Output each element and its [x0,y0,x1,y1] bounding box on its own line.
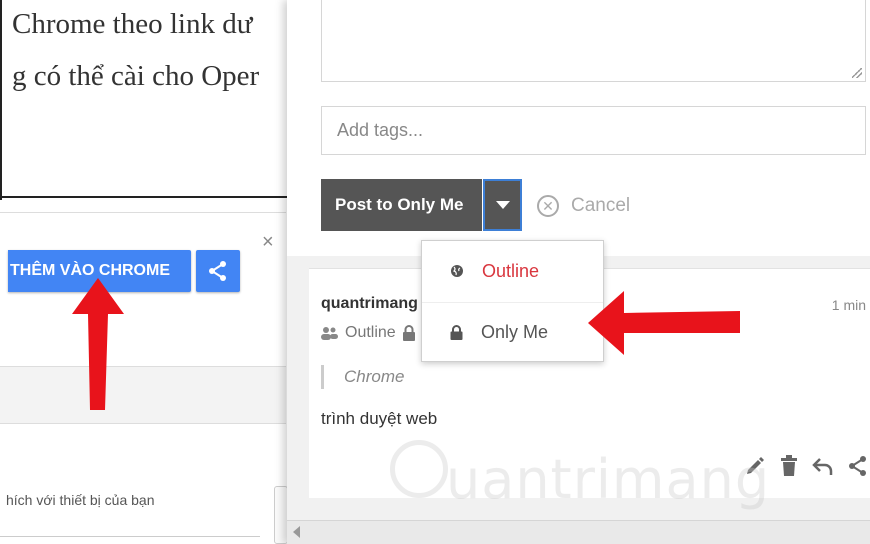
post-audience-label: Outline [345,324,396,341]
users-icon [321,327,338,340]
scroll-left-icon[interactable] [293,526,300,538]
post-visibility-dropdown[interactable] [483,179,522,231]
article-line-1: Chrome theo link dư [12,8,253,40]
post-author[interactable]: quantrimang [321,295,429,313]
divider [0,536,260,537]
menu-item-label: Only Me [481,322,549,342]
post-button[interactable]: Post to Only Me [321,179,482,231]
close-icon[interactable]: × [262,232,274,252]
menu-item-label: Outline [482,260,540,281]
post-audience: Outline [321,324,422,342]
composer: Add tags... Post to Only Me ✕ Cancel [287,0,870,256]
cancel-icon: ✕ [537,195,559,217]
post-body: trình duyệt web [321,409,438,428]
lock-icon [402,325,415,341]
cancel-label: Cancel [571,195,631,216]
menu-item-outline[interactable]: Outline [422,241,603,301]
post-quote: Chrome [321,365,404,389]
post-actions [744,455,868,477]
extension-description: hích với thiết bị của bạn [6,492,155,508]
extension-side-box [274,486,288,544]
globe-icon [451,265,463,277]
cancel-button[interactable]: ✕ Cancel [537,193,630,219]
trash-icon[interactable] [780,455,798,477]
edit-icon[interactable] [744,455,766,477]
share-button[interactable] [196,250,240,292]
note-textarea[interactable] [321,0,866,82]
reply-icon[interactable] [812,456,834,476]
horizontal-scrollbar[interactable] [287,520,870,544]
share-icon[interactable] [848,455,868,477]
article-excerpt: Chrome theo link dư g có thể cài cho Ope… [0,0,302,200]
extension-gray-band [0,366,286,424]
article-line-2: g có thể cài cho Oper [12,60,260,92]
lock-icon [450,325,463,340]
resize-grip-icon[interactable] [852,68,862,78]
divider [2,196,302,198]
caret-down-icon [495,201,510,209]
menu-item-only-me[interactable]: Only Me [422,302,603,362]
share-icon [209,261,226,281]
tags-input[interactable]: Add tags... [321,106,866,155]
visibility-menu: Outline Only Me [421,240,604,362]
post-time: 1 min [831,297,866,313]
add-to-chrome-button[interactable]: THÊM VÀO CHROME [8,250,191,292]
screenshot-root: { "article": { "line1": "Chrome theo lin… [0,0,870,544]
